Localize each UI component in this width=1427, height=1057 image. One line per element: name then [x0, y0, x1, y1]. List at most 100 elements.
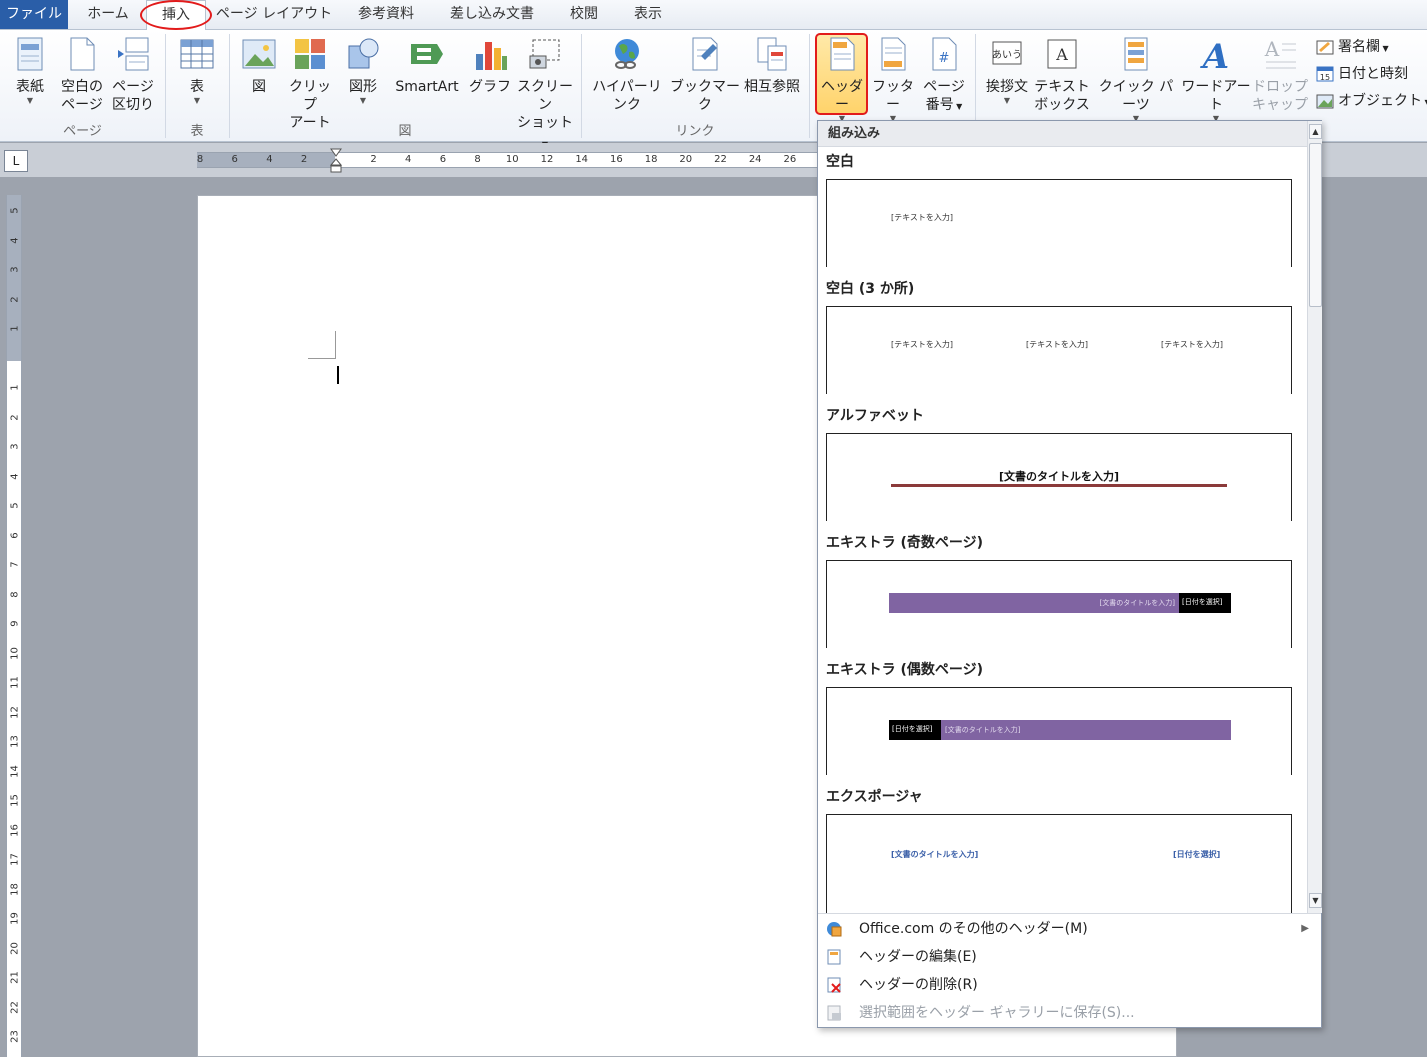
tab-mailings[interactable]: 差し込み文書 — [438, 0, 546, 29]
greeting-label: 挨拶文 — [986, 79, 1028, 95]
tab-references[interactable]: 参考資料 — [344, 0, 428, 29]
gallery-item-blank[interactable]: [テキストを入力] — [826, 179, 1292, 267]
gallery-section-header: 組み込み — [818, 121, 1307, 147]
ruler-tick-label: 2 — [9, 413, 21, 421]
scroll-down-icon[interactable]: ▼ — [1309, 893, 1322, 908]
wordart-icon: A — [1200, 37, 1229, 72]
title-bar: [文書のタイトルを入力] — [941, 720, 1231, 740]
ruler-tick-label: 17 — [9, 853, 21, 866]
page-number-label-1: ページ — [923, 79, 965, 95]
page-break-label-1: ページ — [112, 79, 154, 95]
chart-label: グラフ — [469, 79, 511, 95]
blank-page-label-2: ページ — [61, 97, 103, 113]
cross-reference-button[interactable]: 相互参照 — [740, 36, 804, 96]
cover-page-icon — [17, 37, 43, 71]
clip-art-button[interactable]: クリップ アート — [284, 36, 336, 132]
quick-parts-button[interactable]: クイック パーツ ▼ — [1092, 36, 1180, 124]
shapes-button[interactable]: 図形 ▼ — [338, 36, 388, 106]
wordart-button[interactable]: A ワードアート ▼ — [1180, 36, 1252, 124]
indent-marker[interactable] — [330, 148, 342, 174]
gallery-item-title: エキストラ (奇数ページ) — [826, 535, 983, 551]
ruler-tick-label: 16 — [9, 823, 21, 837]
header-button[interactable]: ヘッダー ▼ — [816, 36, 868, 124]
tab-file[interactable]: ファイル — [0, 0, 68, 29]
gallery-item-title: アルファベット — [826, 408, 924, 424]
blank-page-button[interactable]: 空白の ページ — [56, 36, 108, 114]
tab-page-layout[interactable]: ページ レイアウト — [212, 0, 336, 29]
gallery-scrollbar[interactable]: ▲ ▼ — [1307, 121, 1322, 913]
object-icon — [1316, 94, 1334, 109]
edit-header-menu-item[interactable]: ヘッダーの編集(E) — [818, 943, 1321, 971]
save-to-gallery-icon — [827, 1005, 841, 1021]
page-number-icon: # — [932, 37, 957, 71]
header-icon — [830, 37, 855, 71]
remove-header-menu-item[interactable]: ヘッダーの削除(R) — [818, 971, 1321, 999]
menu-item-label: 選択範囲をヘッダー ギャラリーに保存(S)... — [859, 1005, 1135, 1021]
placeholder-text: [テキストを入力] — [891, 213, 954, 222]
chevron-down-icon: ▼ — [1380, 44, 1389, 53]
text-box-label-1: テキスト — [1034, 79, 1090, 95]
text-box-label-2: ボックス — [1034, 97, 1090, 113]
tab-selector-button[interactable]: L — [4, 150, 28, 172]
page-number-button[interactable]: # ページ 番号 ▼ — [918, 36, 970, 116]
chart-button[interactable]: グラフ — [466, 36, 514, 96]
ruler-tick-label: 22 — [714, 154, 727, 165]
ruler-tick-label: 10 — [9, 646, 21, 660]
tab-review[interactable]: 校閲 — [556, 0, 612, 29]
picture-button[interactable]: 図 — [236, 36, 282, 96]
horizontal-ruler[interactable]: 8 6 4 2 2 4 6 8 10 12 14 16 18 20 22 24 26 — [197, 152, 817, 168]
gallery-item-extra-even[interactable]: [日付を選択] [文書のタイトルを入力] — [826, 687, 1292, 775]
ruler-tick-label: 20 — [679, 154, 693, 165]
cross-reference-label: 相互参照 — [744, 79, 800, 95]
gallery-item-alphabet[interactable]: [文書のタイトルを入力] — [826, 433, 1292, 521]
wordart-label: ワードアート — [1181, 79, 1251, 113]
greeting-button[interactable]: あいう 挨拶文 ▼ — [980, 36, 1034, 106]
date-time-button[interactable]: 15 日付と時刻 — [1316, 63, 1408, 85]
signature-icon — [1316, 40, 1334, 55]
footer-button[interactable]: フッター ▼ — [868, 36, 918, 124]
gallery-item-blank-three[interactable]: [テキストを入力] [テキストを入力] [テキストを入力] — [826, 306, 1292, 394]
placeholder-text: [文書のタイトルを入力] — [998, 470, 1120, 483]
placeholder-text: [日付を選択] — [892, 725, 933, 733]
page-break-button[interactable]: ページ 区切り — [108, 36, 158, 114]
drop-cap-icon: A — [1264, 37, 1296, 69]
menu-item-label: Office.com のその他のヘッダー(M) — [859, 921, 1088, 937]
shapes-label: 図形 — [349, 79, 377, 95]
greeting-icon: あいう — [992, 41, 1022, 65]
chevron-down-icon: ▼ — [953, 102, 963, 111]
signature-line-button[interactable]: 署名欄 ▼ — [1316, 36, 1389, 58]
tab-home[interactable]: ホーム — [76, 0, 140, 29]
scrollbar-thumb[interactable] — [1309, 143, 1322, 307]
ruler-tick-label: 16 — [610, 154, 623, 165]
tab-insert[interactable]: 挿入 — [146, 0, 206, 31]
date-box: [日付を選択] — [889, 720, 941, 740]
hyperlink-button[interactable]: ハイパーリンク — [586, 36, 668, 114]
cover-page-button[interactable]: 表紙 ▼ — [6, 36, 54, 106]
svg-text:A: A — [1264, 37, 1280, 61]
clip-art-label-1: クリップ — [289, 79, 331, 113]
group-divider — [809, 34, 810, 138]
scroll-up-icon[interactable]: ▲ — [1309, 124, 1322, 139]
chevron-right-icon: ▶ — [1301, 923, 1309, 934]
ruler-tick-label: 4 — [9, 472, 21, 480]
more-headers-office-menu-item[interactable]: Office.com のその他のヘッダー(M) ▶ — [818, 915, 1321, 943]
ruler-tick-label: 14 — [9, 764, 21, 778]
ruler-tick-label: 1 — [9, 384, 21, 391]
pages-group-label: ページ — [63, 124, 102, 139]
gallery-item-exposure[interactable]: [文書のタイトルを入力] [日付を選択] — [826, 814, 1292, 913]
header-label: ヘッダー — [821, 79, 863, 113]
save-selection-to-gallery-menu-item[interactable]: 選択範囲をヘッダー ギャラリーに保存(S)... — [818, 999, 1321, 1027]
page-break-icon — [118, 37, 149, 71]
svg-text:あいう: あいう — [992, 49, 1022, 61]
vertical-ruler[interactable]: 5 4 3 2 1 1 2 3 4 5 6 7 8 9 10 11 12 13 14 15 16 17 18 19 20 21 22… — [6, 195, 22, 1057]
ruler-tick-label: 12 — [9, 705, 21, 719]
tab-view[interactable]: 表示 — [620, 0, 676, 29]
ruler-tick-label: 5 — [9, 502, 21, 509]
chart-icon — [476, 42, 507, 70]
gallery-item-extra-odd[interactable]: [文書のタイトルを入力] [日付を選択] — [826, 560, 1292, 648]
bookmark-button[interactable]: ブックマーク — [670, 36, 740, 114]
table-button[interactable]: 表 ▼ — [172, 36, 222, 106]
smartart-button[interactable]: SmartArt — [390, 36, 464, 96]
object-button[interactable]: オブジェクト ▼ — [1316, 90, 1427, 112]
table-group-label: 表 — [190, 124, 204, 139]
